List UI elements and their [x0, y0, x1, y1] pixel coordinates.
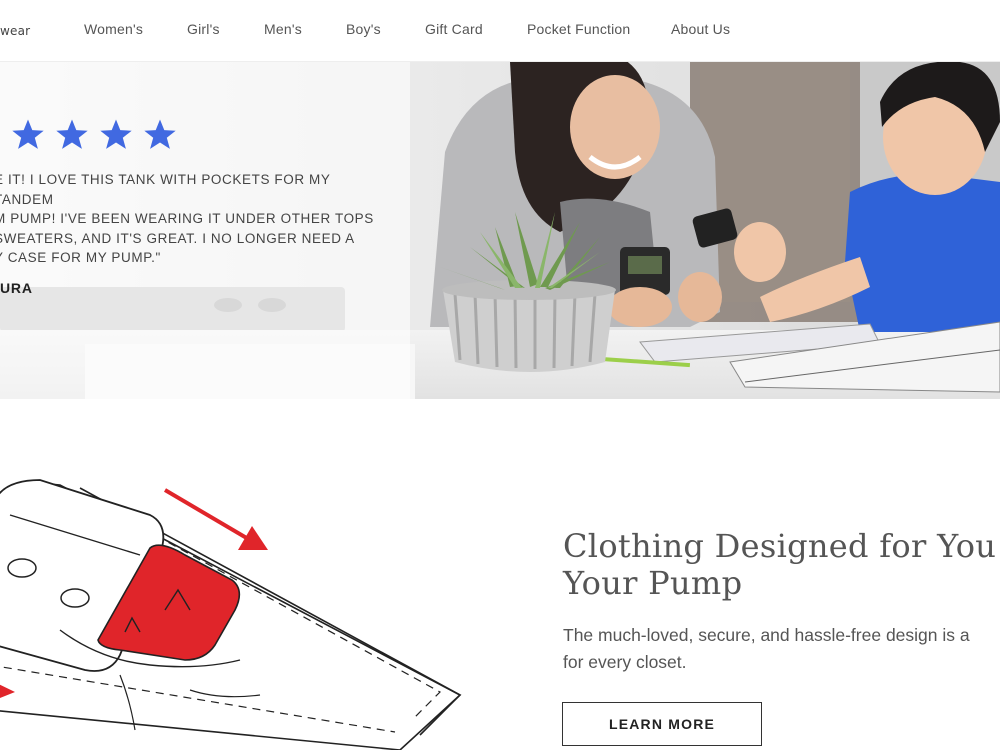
star-icon: [144, 119, 176, 149]
nav-item-mens[interactable]: Men's: [264, 21, 302, 37]
star-icon: [100, 119, 132, 149]
rating-stars: [10, 118, 178, 152]
brand-logo[interactable]: wear: [0, 24, 30, 38]
site-header: wear Women's Girl's Men's Boy's Gift Car…: [0, 0, 1000, 62]
nav-item-gift-card[interactable]: Gift Card: [425, 21, 483, 37]
feature-heading: Clothing Designed for You Your Pump: [563, 527, 997, 602]
learn-more-button[interactable]: LEARN MORE: [562, 702, 762, 746]
nav-item-womens[interactable]: Women's: [84, 21, 143, 37]
pocket-pump-illustration: [0, 479, 462, 750]
star-icon: [56, 119, 88, 149]
hero-banner: E IT! I LOVE THIS TANK WITH POCKETS FOR …: [0, 62, 1000, 399]
feature-description: The much-loved, secure, and hassle-free …: [563, 625, 970, 672]
star-icon: [12, 119, 44, 149]
nav-item-girls[interactable]: Girl's: [187, 21, 220, 37]
testimonial-author: URA: [0, 280, 33, 296]
feature-section: Clothing Designed for You Your Pump The …: [0, 400, 1000, 750]
nav-item-boys[interactable]: Boy's: [346, 21, 381, 37]
nav-item-pocket-function[interactable]: Pocket Function: [527, 21, 630, 37]
testimonial-text: E IT! I LOVE THIS TANK WITH POCKETS FOR …: [0, 172, 374, 265]
nav-item-about-us[interactable]: About Us: [671, 21, 730, 37]
